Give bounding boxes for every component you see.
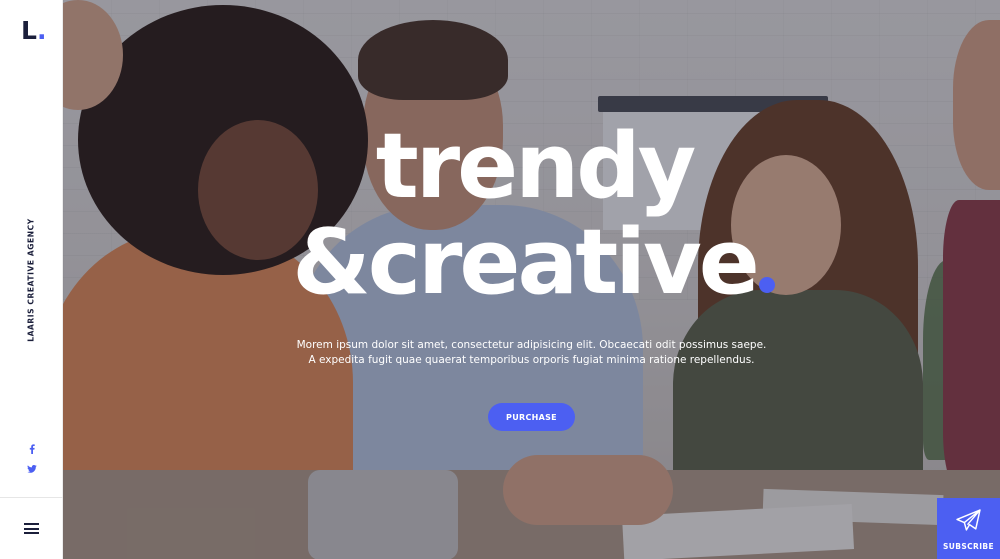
twitter-icon bbox=[26, 465, 37, 473]
facebook-link[interactable] bbox=[0, 439, 63, 458]
purchase-button[interactable]: PURCHASE bbox=[488, 403, 575, 431]
accent-dot bbox=[758, 277, 775, 293]
subscribe-label: SUBSCRIBE bbox=[942, 542, 995, 551]
hero-description: Morem ipsum dolor sit amet, consectetur … bbox=[63, 338, 1000, 368]
hero-headline-line-2: &creative bbox=[63, 218, 1000, 308]
paper-plane-icon bbox=[956, 509, 981, 531]
hero-headline-line-1: trendy bbox=[375, 114, 697, 219]
hamburger-menu-icon[interactable] bbox=[24, 523, 39, 534]
twitter-link[interactable] bbox=[0, 458, 63, 477]
subscribe-button[interactable]: SUBSCRIBE bbox=[937, 498, 1000, 559]
sidebar-divider bbox=[0, 497, 63, 498]
logo-letter: L bbox=[21, 16, 37, 45]
hero-description-line-1: Morem ipsum dolor sit amet, consectetur … bbox=[296, 339, 767, 351]
site-logo[interactable]: L. bbox=[21, 18, 46, 43]
hero-description-line-2: A expedita fugit quae quaerat temporibus… bbox=[308, 354, 755, 366]
facebook-icon bbox=[29, 444, 35, 454]
hero-headline-text: &creative bbox=[292, 210, 760, 315]
left-sidebar: L. LAARIS CREATIVE AGENCY bbox=[0, 0, 63, 559]
logo-dot: . bbox=[36, 16, 47, 45]
agency-vertical-label: LAARIS CREATIVE AGENCY bbox=[26, 218, 36, 342]
hero-section: trendy &creative Morem ipsum dolor sit a… bbox=[63, 0, 1000, 559]
